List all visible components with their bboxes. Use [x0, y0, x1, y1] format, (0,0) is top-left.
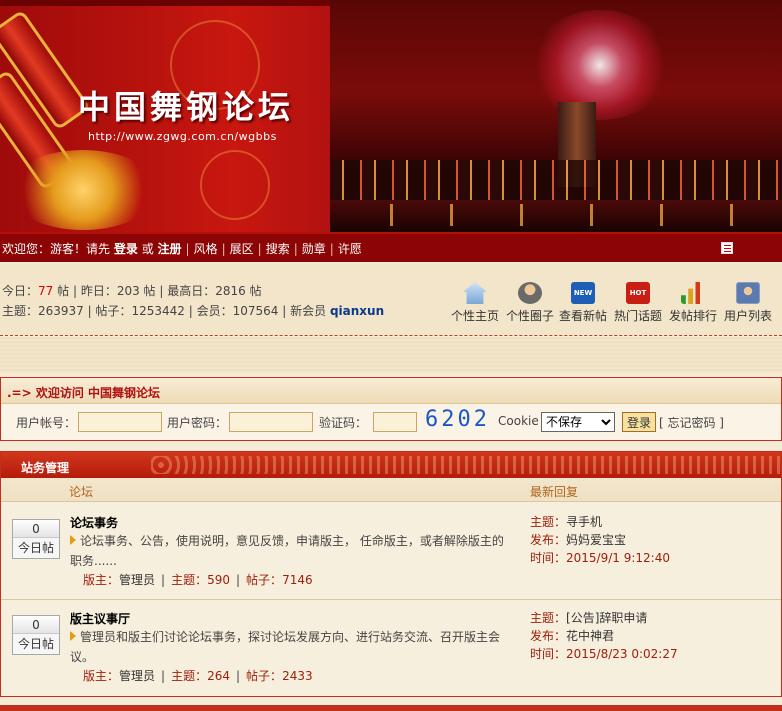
firework-decoration [530, 10, 670, 120]
quick-link-hot-topics[interactable]: HOT 热门话题 [610, 282, 666, 324]
flower-decoration [8, 150, 158, 230]
home-icon [463, 282, 487, 304]
today-post-count: 77 [38, 284, 54, 298]
quick-link-new-posts[interactable]: NEW 查看新帖 [555, 282, 611, 324]
latest-reply: 主题：[公告]辞职申请 发布：花中神君 时间：2015/8/23 0:02:27 [530, 611, 678, 661]
nav-link-wish[interactable]: 许愿 [338, 242, 362, 256]
post-stats: 今日：77 帖 | 昨日：203 帖 | 最高日：2816 帖 [2, 284, 262, 298]
quick-link-user-list[interactable]: 用户列表 [720, 282, 776, 324]
forum-meta: 版主：管理员 | 主题：264 | 帖子：2433 [83, 669, 313, 683]
forum-banner: 中国舞钢论坛 http://www.zgwg.com.cn/wgbbs [0, 0, 782, 232]
quick-link-home[interactable]: 个性主页 [447, 282, 503, 324]
menu-icon[interactable] [721, 242, 733, 254]
quick-link-circle[interactable]: 个性圈子 [502, 282, 558, 324]
yesterday-stats: 昨日：203 帖 [80, 284, 156, 298]
column-forum: 论坛 [69, 485, 94, 499]
arrow-icon [70, 535, 76, 545]
arrow-icon [70, 631, 76, 641]
forum-meta: 版主：管理员 | 主题：590 | 帖子：7146 [83, 573, 313, 587]
forum-name[interactable]: 版主议事厅 [70, 610, 130, 627]
banner-swirl [200, 150, 270, 220]
moderator-link[interactable]: 管理员 [119, 573, 155, 587]
latest-author-link[interactable]: 妈妈爱宝宝 [566, 533, 626, 547]
latest-author-link[interactable]: 花中神君 [566, 629, 614, 643]
forum-row: 0 今日帖 论坛事务 论坛事务、公告，使用说明，意见反馈，申请版主， 任命版主，… [1, 502, 781, 600]
city-lights-decoration [330, 160, 782, 200]
nav-links: 欢迎您：游客！请先 登录 或 注册 | 风格 | 展区 | 搜索 | 勋章 | 许愿 [2, 242, 362, 256]
top-nav-bar: 欢迎您：游客！请先 登录 或 注册 | 风格 | 展区 | 搜索 | 勋章 | 许愿 [0, 232, 782, 262]
decorative-stripe [0, 337, 782, 373]
login-panel: .=> 欢迎访问 中国舞钢论坛 用户帐号： 用户密码： 验证码： 6202 Co… [0, 377, 782, 441]
password-label: 用户密码： [167, 416, 228, 430]
or-text: 或 [141, 242, 154, 256]
forum-name[interactable]: 论坛事务 [70, 514, 118, 531]
nav-link-gallery[interactable]: 展区 [230, 242, 254, 256]
topics-total: 主题：263937 [2, 304, 84, 318]
user-list-icon [736, 282, 760, 304]
register-link[interactable]: 注册 [158, 242, 182, 256]
username-input[interactable] [78, 412, 162, 432]
username-label: 用户帐号： [16, 416, 77, 430]
nav-link-style[interactable]: 风格 [194, 242, 218, 256]
latest-time: 2015/9/1 9:12:40 [566, 551, 670, 565]
login-form: 用户帐号： 用户密码： 验证码： 6202 Cookie 不保存 登录 [ 忘记… [1, 407, 781, 436]
login-link[interactable]: 登录 [114, 242, 138, 256]
latest-topic-link[interactable]: 寻手机 [566, 515, 602, 529]
password-input[interactable] [229, 412, 313, 432]
highest-stats: 最高日：2816 帖 [167, 284, 262, 298]
forgot-password-link[interactable]: [ 忘记密码 ] [659, 414, 724, 431]
login-button[interactable]: 登录 [622, 412, 657, 432]
forum-category-site-admin: 站务管理 论坛 最新回复 0 今日帖 论坛事务 论坛事务、公告，使用说明，意见反… [0, 451, 782, 697]
captcha-label: 验证码： [319, 416, 368, 430]
people-icon [518, 282, 542, 304]
welcome-text: 欢迎您：游客！请先 [2, 242, 111, 256]
members-total: 会员：107564 [196, 304, 279, 318]
column-latest-reply: 最新回复 [530, 485, 579, 499]
total-stats: 主题：263937 | 帖子：1253442 | 会员：107564 | 新会员… [2, 304, 385, 318]
posts-total: 帖子：1253442 [95, 304, 185, 318]
new-icon: NEW [571, 282, 595, 304]
forum-description: 管理员和版主们讨论论坛事务，探讨论坛发展方向、进行站务交流、召开版主会议。 [70, 630, 501, 664]
forum-description: 论坛事务、公告，使用说明，意见反馈，申请版主， 任命版主，或者解除版主的职务..… [70, 534, 504, 568]
forum-row: 0 今日帖 版主议事厅 管理员和版主们讨论论坛事务，探讨论坛发展方向、进行站务交… [1, 600, 781, 696]
today-post-count-box: 0 今日帖 [12, 615, 60, 655]
quick-link-ranking[interactable]: 发帖排行 [665, 282, 721, 324]
nav-link-search[interactable]: 搜索 [266, 242, 290, 256]
category-title[interactable]: 站务管理 [1, 452, 781, 478]
hot-icon: HOT [626, 282, 650, 304]
captcha-input[interactable] [373, 412, 417, 432]
latest-topic-link[interactable]: [公告]辞职申请 [566, 611, 647, 625]
cookie-select[interactable]: 不保存 [541, 412, 615, 432]
next-category-edge [0, 705, 782, 711]
new-member-link[interactable]: qianxun [330, 304, 384, 318]
forum-url: http://www.zgwg.com.cn/wgbbs [88, 130, 277, 143]
moderator-link[interactable]: 管理员 [119, 669, 155, 683]
forum-logo[interactable]: 中国舞钢论坛 [78, 82, 294, 128]
nav-link-medals[interactable]: 勋章 [302, 242, 326, 256]
chart-icon [681, 282, 701, 304]
captcha-image[interactable]: 6202 [425, 407, 490, 432]
login-panel-header: .=> 欢迎访问 中国舞钢论坛 [1, 378, 781, 404]
latest-reply: 主题：寻手机 发布：妈妈爱宝宝 时间：2015/9/1 9:12:40 [530, 515, 670, 565]
cookie-label: Cookie [498, 414, 539, 428]
column-header: 论坛 最新回复 [1, 478, 781, 502]
latest-time: 2015/8/23 0:02:27 [566, 647, 678, 661]
river-decoration [330, 200, 782, 232]
today-post-count-box: 0 今日帖 [12, 519, 60, 559]
